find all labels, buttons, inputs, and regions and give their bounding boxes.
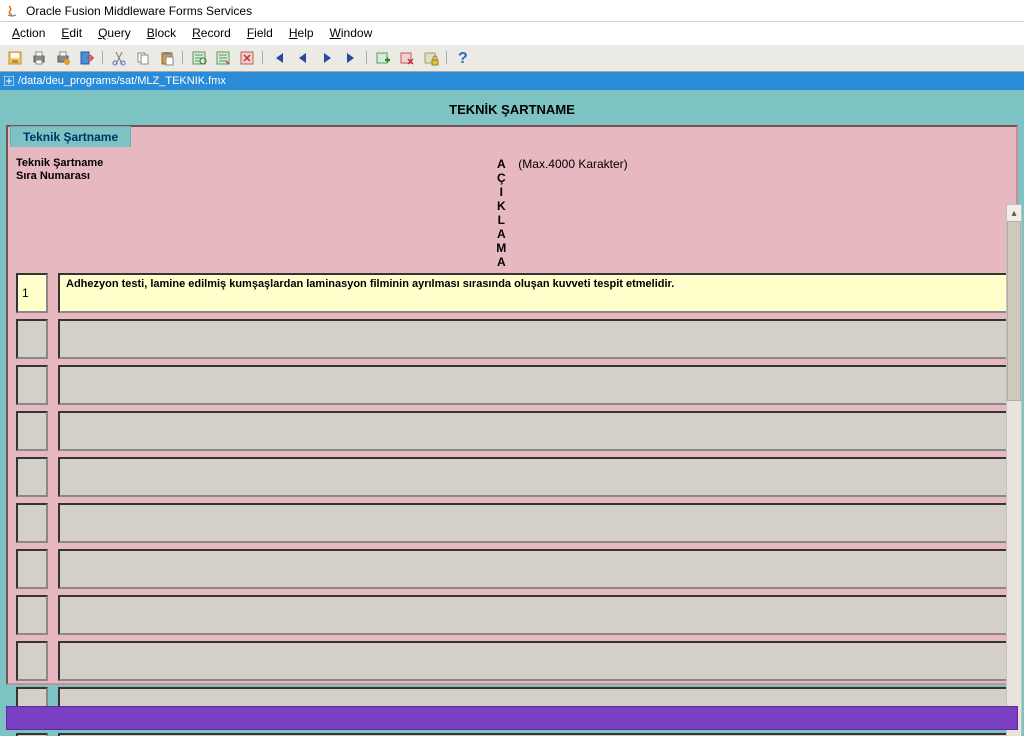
- svg-text:?: ?: [458, 50, 468, 67]
- exit-icon[interactable]: [76, 47, 98, 69]
- aciklama-input[interactable]: [58, 641, 1008, 681]
- menu-action[interactable]: Action: [4, 24, 53, 42]
- menu-window[interactable]: Window: [322, 24, 381, 42]
- col-header-max: (Max.4000 Karakter): [518, 157, 627, 269]
- toolbar-separator: │: [180, 47, 186, 69]
- toolbar: │ │ │ │ │ ?: [0, 44, 1024, 72]
- sira-input[interactable]: [16, 457, 48, 497]
- print-setup-icon[interactable]: [52, 47, 74, 69]
- toolbar-separator: │: [364, 47, 370, 69]
- window-titlebar: Oracle Fusion Middleware Forms Services: [0, 0, 1024, 22]
- table-row: [16, 549, 1008, 589]
- menu-field[interactable]: Field: [239, 24, 281, 42]
- sira-input[interactable]: [16, 549, 48, 589]
- column-headers: Teknik Şartname Sıra Numarası A Ç I K L …: [16, 157, 1008, 269]
- form-canvas: TEKNİK ŞARTNAME Teknik Şartname Teknik Ş…: [0, 90, 1024, 736]
- paste-icon[interactable]: [156, 47, 178, 69]
- table-row: [16, 503, 1008, 543]
- table-row: [16, 457, 1008, 497]
- expand-icon[interactable]: [4, 76, 14, 86]
- table-row: 1Adhezyon testi, lamine edilmiş kumşaşla…: [16, 273, 1008, 313]
- sira-input[interactable]: [16, 503, 48, 543]
- table-row: [16, 319, 1008, 359]
- save-icon[interactable]: [4, 47, 26, 69]
- aciklama-input[interactable]: [58, 319, 1008, 359]
- menu-block[interactable]: Block: [139, 24, 184, 42]
- scrollbar-track[interactable]: [1007, 221, 1021, 736]
- sira-input[interactable]: [16, 319, 48, 359]
- sira-input[interactable]: [16, 411, 48, 451]
- status-bar: [6, 706, 1018, 730]
- aciklama-input[interactable]: [58, 365, 1008, 405]
- vertical-scrollbar[interactable]: ▴ ▾: [1006, 204, 1022, 736]
- page-title: TEKNİK ŞARTNAME: [6, 96, 1018, 125]
- sira-input[interactable]: [16, 641, 48, 681]
- table-row: [16, 595, 1008, 635]
- scrollbar-thumb[interactable]: [1007, 221, 1021, 401]
- prev-record-icon[interactable]: [292, 47, 314, 69]
- col-header-aciklama: A Ç I K L A M A: [496, 157, 508, 269]
- remove-record-icon[interactable]: [396, 47, 418, 69]
- sira-input[interactable]: [16, 365, 48, 405]
- document-path: /data/deu_programs/sat/MLZ_TEKNIK.fmx: [18, 75, 226, 87]
- aciklama-input[interactable]: [58, 411, 1008, 451]
- menu-query[interactable]: Query: [90, 24, 139, 42]
- aciklama-input[interactable]: [58, 549, 1008, 589]
- sira-input[interactable]: 1: [16, 273, 48, 313]
- sira-input[interactable]: [16, 595, 48, 635]
- menu-record[interactable]: Record: [184, 24, 239, 42]
- scroll-up-icon[interactable]: ▴: [1007, 205, 1021, 221]
- table-row: [16, 411, 1008, 451]
- next-record-icon[interactable]: [316, 47, 338, 69]
- block-tab-label: Teknik Şartname: [10, 126, 131, 147]
- java-icon: [4, 3, 20, 19]
- col-header-sira-l2: Sıra Numarası: [16, 170, 116, 183]
- teknik-sartname-block: Teknik Şartname Teknik Şartname Sıra Num…: [6, 125, 1018, 685]
- aciklama-input[interactable]: [58, 457, 1008, 497]
- help-icon[interactable]: ?: [452, 47, 474, 69]
- document-path-bar: /data/deu_programs/sat/MLZ_TEKNIK.fmx: [0, 72, 1024, 90]
- window-title: Oracle Fusion Middleware Forms Services: [26, 4, 252, 18]
- print-icon[interactable]: [28, 47, 50, 69]
- menu-edit[interactable]: Edit: [53, 24, 90, 42]
- toolbar-separator: │: [444, 47, 450, 69]
- col-header-sira-l1: Teknik Şartname: [16, 157, 116, 170]
- menu-help[interactable]: Help: [281, 24, 322, 42]
- lock-record-icon[interactable]: [420, 47, 442, 69]
- insert-record-icon[interactable]: [372, 47, 394, 69]
- first-record-icon[interactable]: [268, 47, 290, 69]
- table-row: [16, 365, 1008, 405]
- aciklama-input[interactable]: Adhezyon testi, lamine edilmiş kumşaşlar…: [58, 273, 1008, 313]
- copy-icon[interactable]: [132, 47, 154, 69]
- cut-icon[interactable]: [108, 47, 130, 69]
- execute-query-icon[interactable]: [212, 47, 234, 69]
- cancel-query-icon[interactable]: [236, 47, 258, 69]
- aciklama-input[interactable]: [58, 595, 1008, 635]
- last-record-icon[interactable]: [340, 47, 362, 69]
- toolbar-separator: │: [100, 47, 106, 69]
- table-row: [16, 641, 1008, 681]
- aciklama-input[interactable]: [58, 503, 1008, 543]
- enter-query-icon[interactable]: [188, 47, 210, 69]
- menubar: Action Edit Query Block Record Field Hel…: [0, 22, 1024, 44]
- toolbar-separator: │: [260, 47, 266, 69]
- rows-container: 1Adhezyon testi, lamine edilmiş kumşaşla…: [16, 273, 1008, 736]
